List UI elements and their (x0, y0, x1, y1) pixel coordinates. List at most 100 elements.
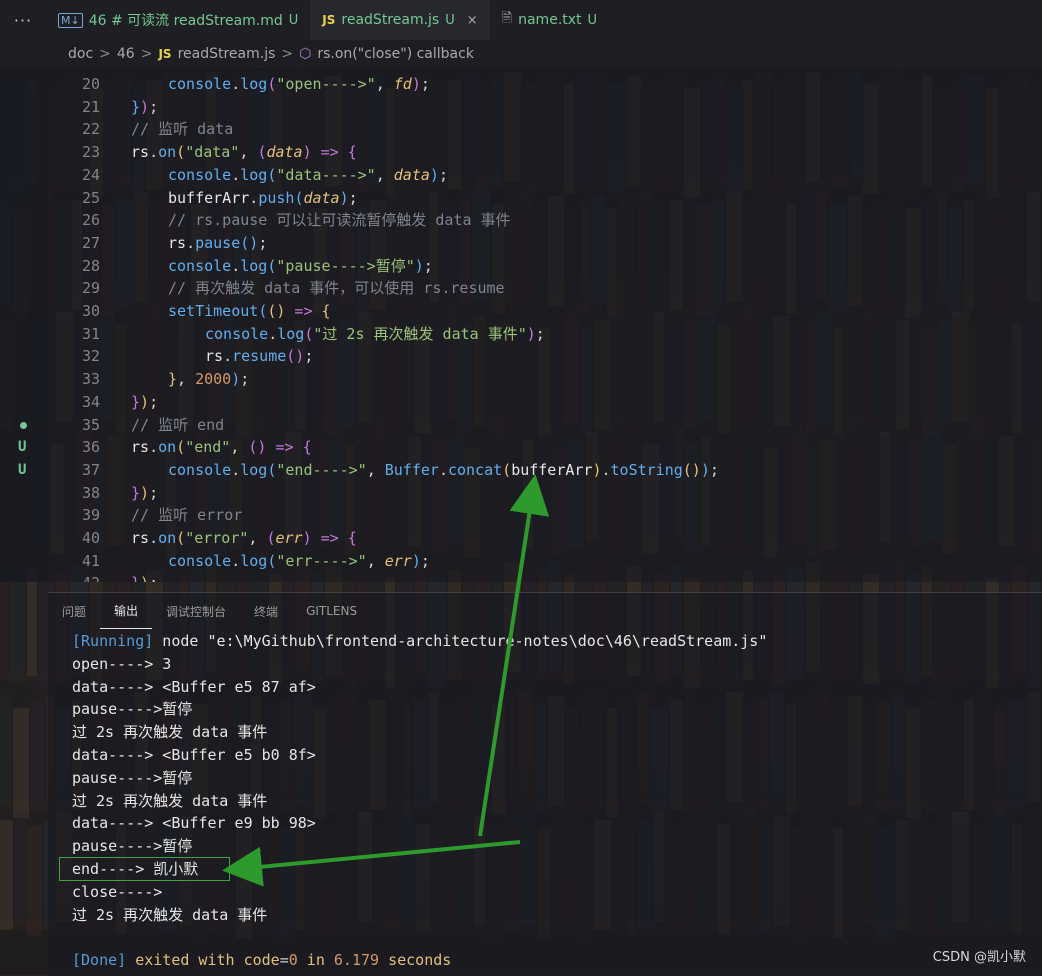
code-token: ) (302, 143, 312, 162)
code-token: { (347, 143, 357, 162)
code-token: log (240, 460, 268, 479)
code-token: ) (339, 188, 349, 207)
line-number: 28 (81, 256, 100, 275)
code-token: ) (700, 460, 710, 479)
breadcrumb-item[interactable]: doc (68, 46, 93, 62)
code-token: ) (140, 483, 150, 502)
code-token: rs (205, 347, 224, 366)
code-token: ; (420, 551, 430, 570)
code-token: ; (535, 324, 545, 343)
output-line: close----> (72, 882, 163, 901)
line-number: 37 (81, 460, 100, 479)
code-token: , (375, 165, 394, 184)
line-number: 34 (81, 392, 100, 411)
output-line: 过 2s 再次触发 data 事件 (72, 791, 268, 810)
code-token: "过 2s 再次触发 data 事件" (313, 324, 527, 343)
code-token: 2000 (195, 370, 232, 389)
code-line: 40 rs.on("error", (err) => { (0, 527, 1042, 549)
code-text: rs.resume(); (205, 345, 313, 367)
code-token: () (240, 233, 259, 252)
breadcrumb-item[interactable]: rs.on("close") callback (317, 46, 474, 62)
code-text: // 再次触发 data 事件，可以使用 rs.resume (168, 277, 505, 299)
panel-tab[interactable]: 输出 (100, 593, 153, 629)
line-number: 24 (81, 165, 100, 184)
done-token: 0 (288, 951, 298, 970)
code-token: push (258, 188, 295, 207)
close-icon[interactable]: × (467, 13, 478, 28)
code-token: data (303, 188, 340, 207)
code-token: console (168, 165, 232, 184)
code-text: rs.pause(); (168, 232, 267, 254)
code-text: }, 2000); (168, 368, 249, 390)
more-actions-icon[interactable]: ··· (0, 11, 46, 30)
code-token: console (168, 75, 232, 93)
code-token: ; (258, 233, 268, 252)
code-token: () (248, 438, 267, 457)
line-number: 27 (81, 233, 100, 252)
code-token: ; (423, 256, 433, 275)
untracked-marker: U (18, 461, 27, 478)
code-editor[interactable]: 20 console.log("open---->", fd); 21}); 22//… (0, 68, 1042, 582)
output-line: data----> <Buffer e5 87 af> (72, 677, 316, 696)
code-line: U 36 rs.on("end", () => { (0, 436, 1042, 458)
line-number: 39 (81, 506, 100, 525)
code-token: ) (414, 256, 424, 275)
code-token: } (131, 574, 140, 582)
code-line: 32 rs.resume(); (0, 345, 1042, 367)
panel-tab[interactable]: GITLENS (292, 593, 371, 629)
code-line: 30 setTimeout(() => { (0, 300, 1042, 322)
code-token: "open---->" (276, 75, 376, 93)
code-text: console.log("过 2s 再次触发 data 事件"); (205, 323, 545, 345)
code-token: ( (176, 438, 186, 457)
code-token: pause (195, 233, 241, 252)
code-token: data (393, 165, 430, 184)
code-token: ; (149, 574, 158, 582)
code-text: bufferArr.push(data); (168, 187, 358, 209)
code-token: "end---->" (276, 460, 367, 479)
breadcrumb-item[interactable]: readStream.js (178, 46, 276, 62)
done-token: [Done] (72, 951, 127, 970)
code-token: err (384, 551, 412, 570)
code-token: } (168, 370, 178, 389)
code-token: err (275, 529, 303, 547)
code-token: on (158, 143, 177, 162)
output-line: 过 2s 再次触发 data 事件 (72, 723, 268, 742)
code-token: rs (131, 529, 150, 547)
code-token: ; (149, 392, 159, 411)
tab-readstream-md[interactable]: M↓ 46 # 可读流 readStream.md U (46, 0, 310, 40)
code-token: , (239, 143, 258, 162)
code-text: console.log("pause---->暂停"); (168, 255, 433, 277)
panel-tab[interactable]: 问题 (48, 593, 100, 629)
tab-readstream-js[interactable]: JS readStream.js U × (310, 0, 490, 40)
code-token: . (249, 188, 259, 207)
code-line: 35 // 监听 end (0, 414, 1042, 436)
code-token: ; (304, 347, 314, 366)
line-number: 32 (81, 347, 100, 366)
line-number: 41 (81, 551, 100, 570)
code-token: . (601, 460, 611, 479)
done-token: in (297, 951, 334, 970)
code-line: 31 console.log("过 2s 再次触发 data 事件"); (0, 323, 1042, 345)
code-token: toString (610, 460, 683, 479)
code-token: , (375, 75, 394, 93)
code-token: ( (176, 143, 186, 162)
code-token: "data" (185, 143, 240, 162)
code-token: ; (149, 97, 159, 116)
tab-label: readStream.js (341, 12, 440, 28)
code-line: 21}); (0, 96, 1042, 118)
line-number: 40 (81, 529, 100, 547)
tab-name-txt[interactable]: 🗎 name.txt U (490, 0, 609, 40)
code-token: console (168, 460, 232, 479)
untracked-badge: U (288, 12, 299, 28)
code-token: data (266, 143, 303, 162)
panel-tab[interactable]: 调试控制台 (152, 593, 240, 629)
code-token: log (277, 324, 305, 343)
code-text: console.log("err---->", err); (168, 550, 430, 572)
code-text: setTimeout(() => { (168, 300, 331, 322)
breadcrumb-item[interactable]: 46 (117, 46, 135, 62)
code-line: 27 rs.pause(); (0, 232, 1042, 254)
panel-tab[interactable]: 终端 (240, 593, 292, 629)
code-token: setTimeout (168, 302, 259, 320)
output-line: open----> 3 (72, 654, 172, 673)
tab-label: name.txt (518, 12, 582, 28)
